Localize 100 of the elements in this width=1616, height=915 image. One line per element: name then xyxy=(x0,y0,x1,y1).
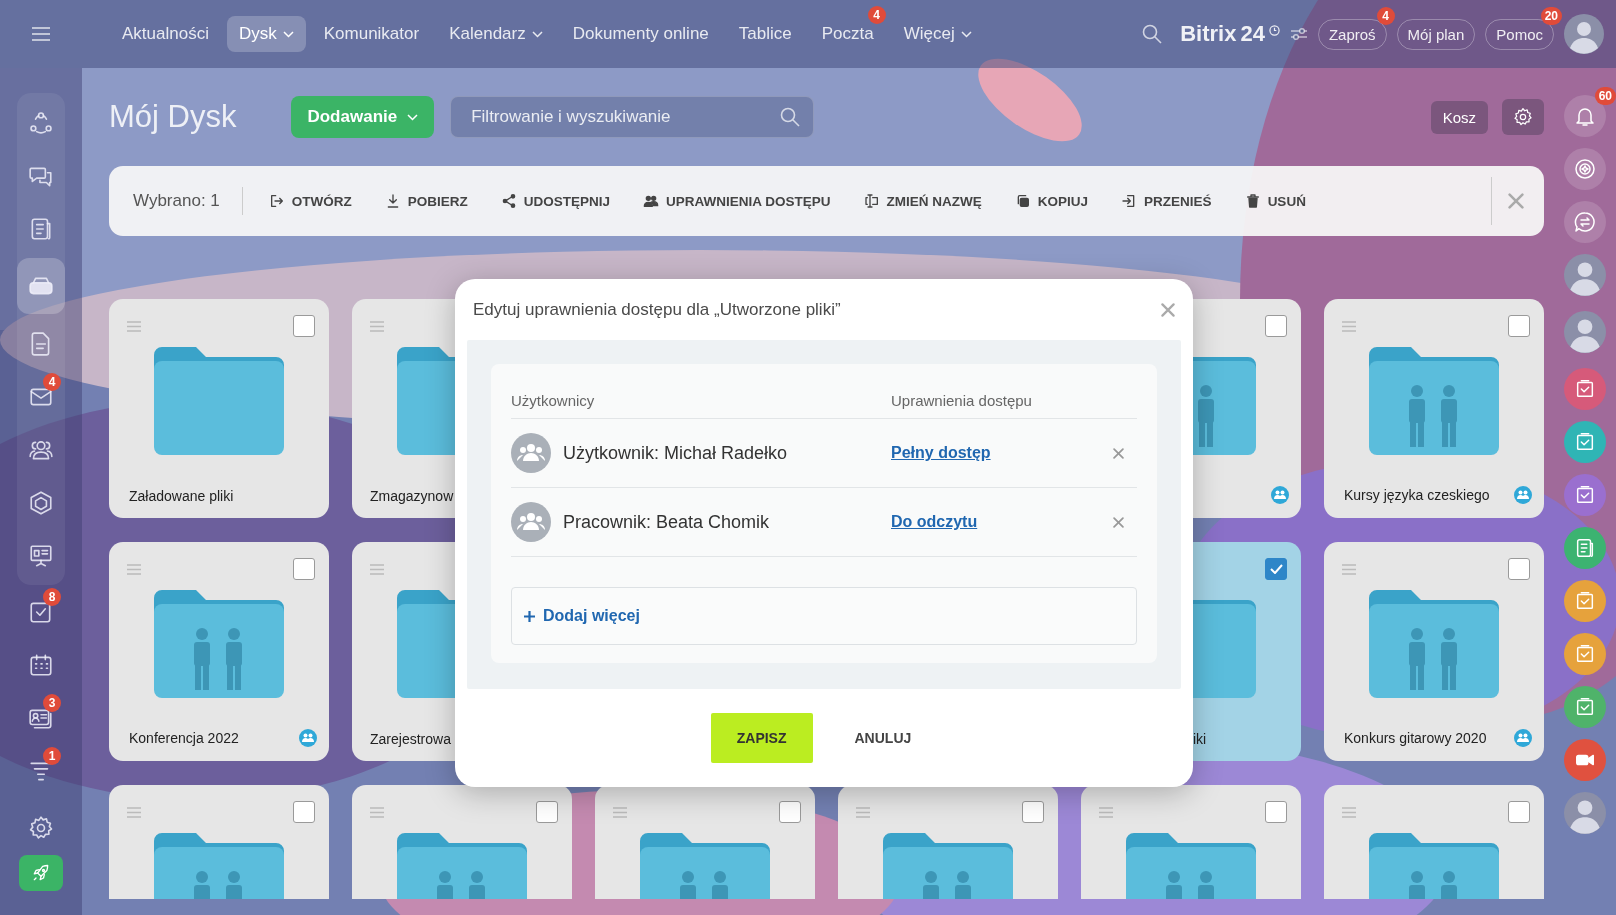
checkbox[interactable] xyxy=(293,315,315,337)
sidebar-item[interactable]: 8 xyxy=(17,588,65,635)
action-button[interactable]: PRZENIEŚ xyxy=(1121,193,1212,209)
menu-icon[interactable] xyxy=(31,26,51,42)
rename-icon xyxy=(863,193,880,209)
folder-name: Załadowane pliki xyxy=(129,488,234,504)
drag-handle-icon[interactable] xyxy=(1342,806,1356,818)
folder-card[interactable]: Konferencja 2022 xyxy=(109,542,329,761)
user-name: Pracownik: Beata Chomik xyxy=(563,511,770,533)
folder-card[interactable]: Kursy języka czeskiego xyxy=(1324,299,1544,518)
folder-name: Kursy języka czeskiego xyxy=(1344,487,1490,503)
drag-handle-icon[interactable] xyxy=(613,806,627,818)
task-icon xyxy=(1574,378,1596,400)
task-icon xyxy=(1574,643,1596,665)
shared-icon xyxy=(1514,486,1532,504)
group-avatar-icon xyxy=(511,502,551,542)
action-button[interactable]: UDOSTĘPNIJ xyxy=(500,193,611,209)
clock-icon xyxy=(1268,25,1280,36)
folder-name: Zmagazynow xyxy=(370,488,454,504)
save-button[interactable]: ZAPISZ xyxy=(710,713,813,763)
checkbox[interactable] xyxy=(1508,801,1530,823)
checkbox[interactable] xyxy=(1022,801,1044,823)
sliders-icon[interactable] xyxy=(1289,26,1308,42)
drag-handle-icon[interactable] xyxy=(370,320,384,332)
add-more-button[interactable]: Dodaj więcej xyxy=(511,587,1137,645)
sidebar-item[interactable] xyxy=(17,258,65,314)
nav-tab[interactable]: Komunikator xyxy=(311,16,432,52)
nav-tab[interactable]: Dysk xyxy=(226,16,306,52)
checkbox[interactable] xyxy=(293,801,315,823)
sidebar-item[interactable]: 4 xyxy=(17,373,65,420)
shared-icon xyxy=(299,729,317,747)
shared-icon xyxy=(1271,486,1289,504)
nav-tab[interactable]: Kalendarz xyxy=(437,16,555,52)
group-avatar-icon xyxy=(511,433,551,473)
target-icon xyxy=(1573,157,1597,181)
drag-handle-icon[interactable] xyxy=(1342,563,1356,575)
checkbox[interactable] xyxy=(536,801,558,823)
trash-button[interactable]: Kosz xyxy=(1430,100,1488,134)
folder-card[interactable]: Załadowane pliki xyxy=(109,299,329,518)
nav-tab[interactable]: Więcej xyxy=(891,16,984,52)
checkbox[interactable] xyxy=(293,558,315,580)
sidebar-item[interactable]: 3 xyxy=(17,694,65,741)
permission-link[interactable]: Do odczytu xyxy=(891,513,978,531)
action-button[interactable]: POBIERZ xyxy=(384,193,468,209)
sidebar-item[interactable]: 1 xyxy=(17,747,65,794)
close-icon[interactable] xyxy=(1161,302,1175,317)
nav-tab[interactable]: Dokumenty online xyxy=(560,16,721,52)
permission-link[interactable]: Pełny dostęp xyxy=(891,444,991,462)
newspaper-icon xyxy=(1574,537,1596,559)
action-button[interactable]: UPRAWNIENIA DOSTĘPU xyxy=(643,193,831,209)
plus-icon xyxy=(524,610,535,622)
people-icon xyxy=(643,193,660,209)
checkbox[interactable] xyxy=(1265,315,1287,337)
column-header: Uprawnienia dostępu xyxy=(891,391,1033,409)
task-icon xyxy=(1574,484,1596,506)
action-button[interactable]: USUŃ xyxy=(1244,193,1306,209)
remove-icon[interactable] xyxy=(1113,516,1124,528)
share-icon xyxy=(500,193,517,209)
avatar-icon[interactable] xyxy=(1564,14,1604,54)
drag-handle-icon[interactable] xyxy=(1099,806,1113,818)
column-header: Użytkownicy xyxy=(511,391,596,409)
checkbox[interactable] xyxy=(1508,558,1530,580)
close-icon[interactable] xyxy=(1508,193,1524,209)
action-button[interactable]: OTWÓRZ xyxy=(268,193,352,209)
avatar-icon[interactable] xyxy=(1564,792,1606,834)
selection-count: Wybrano: 1 xyxy=(133,187,243,215)
nav-tab[interactable]: Tablice xyxy=(726,16,804,52)
action-button[interactable]: ZMIEŃ NAZWĘ xyxy=(863,193,982,209)
cancel-button[interactable]: ANULUJ xyxy=(828,713,938,763)
search-icon[interactable] xyxy=(780,107,801,127)
folder-card[interactable]: Konkurs gitarowy 2020 xyxy=(1324,542,1544,761)
drag-handle-icon[interactable] xyxy=(856,806,870,818)
avatar-icon[interactable] xyxy=(1564,311,1606,353)
action-button[interactable]: KOPIUJ xyxy=(1014,193,1089,209)
drag-handle-icon[interactable] xyxy=(127,563,141,575)
checkbox[interactable] xyxy=(1265,801,1287,823)
drag-handle-icon[interactable] xyxy=(1342,320,1356,332)
open-icon xyxy=(268,193,285,209)
drag-handle-icon[interactable] xyxy=(370,806,384,818)
logo-text: Bitrix xyxy=(1180,21,1237,47)
drag-handle-icon[interactable] xyxy=(127,806,141,818)
folder-name: Zarejestrowa xyxy=(370,731,451,747)
sidebar-button[interactable] xyxy=(1564,148,1606,190)
remove-icon[interactable] xyxy=(1113,447,1124,459)
dialog-title: Edytuj uprawnienia dostępu dla „Utworzone pliki” xyxy=(473,299,841,320)
drag-handle-icon[interactable] xyxy=(127,320,141,332)
checkbox[interactable] xyxy=(1265,558,1287,580)
page-title: Mój Dysk xyxy=(109,99,237,135)
chat-arrows-icon xyxy=(1573,210,1597,234)
rocket-button[interactable] xyxy=(19,855,63,891)
search-icon[interactable] xyxy=(1142,24,1163,44)
task-icon xyxy=(1574,590,1596,612)
drag-handle-icon[interactable] xyxy=(370,563,384,575)
settings-icon[interactable] xyxy=(28,815,54,841)
avatar-icon[interactable] xyxy=(1564,254,1606,296)
nav-tab[interactable]: Aktualności xyxy=(110,16,221,52)
sidebar-button[interactable] xyxy=(1564,201,1606,243)
checkbox[interactable] xyxy=(779,801,801,823)
checkbox[interactable] xyxy=(1508,315,1530,337)
settings-button[interactable] xyxy=(1502,99,1544,135)
